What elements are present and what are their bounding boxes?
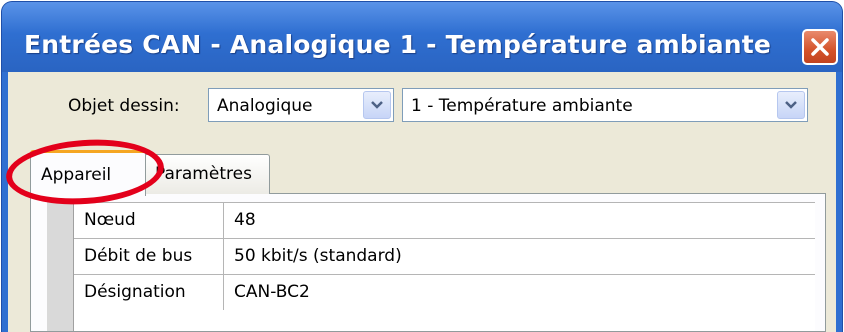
dialog-body: Objet dessin: Analogique 1 - Température… bbox=[8, 72, 836, 332]
tab-label: Paramètres bbox=[155, 164, 252, 184]
grid-gutter bbox=[47, 202, 73, 331]
property-value[interactable]: 48 bbox=[234, 210, 256, 230]
column-divider bbox=[223, 275, 224, 310]
title-bar[interactable]: Entrées CAN - Analogique 1 - Température… bbox=[2, 2, 842, 72]
close-button[interactable] bbox=[802, 29, 838, 65]
column-divider bbox=[223, 203, 224, 238]
property-value[interactable]: 50 kbit/s (standard) bbox=[234, 246, 402, 266]
object-type-select[interactable]: Analogique bbox=[208, 88, 394, 122]
dropdown-button[interactable] bbox=[363, 91, 391, 119]
property-key: Désignation bbox=[84, 282, 186, 302]
chevron-down-icon bbox=[785, 101, 797, 109]
property-key: Nœud bbox=[84, 210, 136, 230]
tab-panel: Nœud 48 Débit de bus 50 kbit/s (standard… bbox=[30, 193, 826, 332]
dropdown-button[interactable] bbox=[777, 91, 805, 119]
property-key: Débit de bus bbox=[84, 246, 193, 266]
property-value[interactable]: CAN-BC2 bbox=[234, 282, 310, 302]
object-item-select[interactable]: 1 - Température ambiante bbox=[402, 88, 808, 122]
column-divider bbox=[223, 239, 224, 274]
object-item-value: 1 - Température ambiante bbox=[411, 96, 633, 116]
property-row[interactable]: Désignation CAN-BC2 bbox=[74, 274, 815, 310]
property-row[interactable]: Nœud 48 bbox=[74, 202, 815, 238]
property-row[interactable]: Débit de bus 50 kbit/s (standard) bbox=[74, 238, 815, 274]
close-icon bbox=[811, 38, 829, 56]
chevron-down-icon bbox=[371, 101, 383, 109]
tab-parametres[interactable]: Paramètres bbox=[144, 154, 270, 194]
object-type-value: Analogique bbox=[217, 96, 313, 116]
window-title: Entrées CAN - Analogique 1 - Température… bbox=[24, 30, 772, 59]
property-grid: Nœud 48 Débit de bus 50 kbit/s (standard… bbox=[73, 202, 815, 331]
object-label: Objet dessin: bbox=[68, 96, 180, 116]
